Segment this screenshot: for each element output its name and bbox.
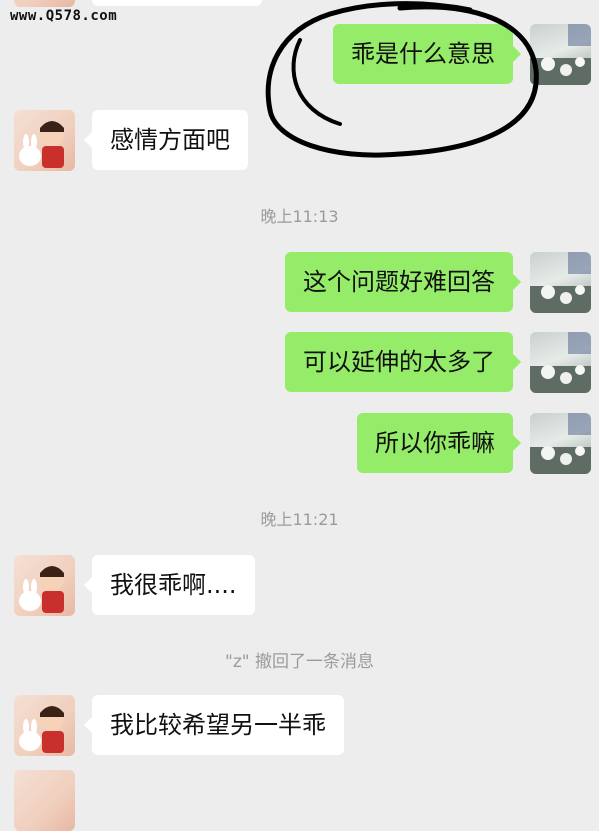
message-bubble[interactable]: 这个问题好难回答 xyxy=(285,252,521,312)
message-bubble[interactable]: 乖是什么意思 xyxy=(333,24,521,84)
cartoon-boy-icon xyxy=(19,121,64,168)
message-row: 感情方面吧 xyxy=(14,110,248,171)
self-avatar[interactable] xyxy=(530,413,591,474)
partial-bubble-top xyxy=(92,0,262,6)
flower-photo-icon xyxy=(530,24,591,85)
cartoon-boy-icon xyxy=(19,566,64,613)
message-row: 乖是什么意思 xyxy=(333,24,591,85)
friend-avatar-partial[interactable] xyxy=(14,770,75,831)
message-row: 这个问题好难回答 xyxy=(285,252,591,313)
flower-photo-icon xyxy=(530,252,591,313)
friend-avatar-partial[interactable] xyxy=(14,0,75,7)
message-row: 所以你乖嘛 xyxy=(357,413,591,474)
watermark-text: www.Q578.com xyxy=(10,8,118,24)
message-bubble[interactable]: 所以你乖嘛 xyxy=(357,413,521,473)
friend-avatar[interactable] xyxy=(14,695,75,756)
self-avatar[interactable] xyxy=(530,332,591,393)
flower-photo-icon xyxy=(530,332,591,393)
self-avatar[interactable] xyxy=(530,252,591,313)
message-row: 可以延伸的太多了 xyxy=(285,332,591,393)
cartoon-boy-icon xyxy=(19,706,64,753)
friend-avatar[interactable] xyxy=(14,110,75,171)
flower-photo-icon xyxy=(530,413,591,474)
timestamp: 晚上11:21 xyxy=(260,510,339,529)
message-bubble[interactable]: 我很乖啊.... xyxy=(84,555,255,615)
message-bubble[interactable]: 我比较希望另一半乖 xyxy=(84,695,344,755)
message-bubble[interactable]: 感情方面吧 xyxy=(84,110,248,170)
recall-notice: "z" 撤回了一条消息 xyxy=(225,652,374,672)
message-bubble[interactable]: 可以延伸的太多了 xyxy=(285,332,521,392)
self-avatar[interactable] xyxy=(530,24,591,85)
message-row: 我很乖啊.... xyxy=(14,555,255,616)
friend-avatar[interactable] xyxy=(14,555,75,616)
timestamp: 晚上11:13 xyxy=(260,207,339,226)
message-row: 我比较希望另一半乖 xyxy=(14,695,344,756)
